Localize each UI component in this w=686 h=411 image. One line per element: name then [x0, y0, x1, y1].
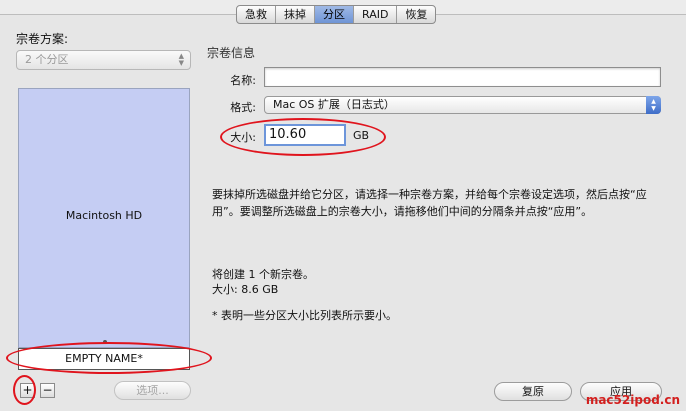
partition-name: Macintosh HD: [65, 208, 143, 222]
remove-partition-button[interactable]: −: [40, 383, 55, 398]
size-unit: GB: [353, 129, 370, 142]
volume-scheme-label: 宗卷方案:: [16, 32, 69, 46]
disk-utility-window: 急救 抹掉 分区 RAID 恢复 宗卷方案: 2 个分区 ▲ ▼ Macintos…: [0, 0, 686, 411]
watermark-text: mac52ipod.cn: [585, 393, 680, 407]
size-note-text: * 表明一些分区大小比列表所示要小。: [212, 309, 397, 322]
info-text-line1: 要抹掉所选磁盘并给它分区，请选择一种宗卷方案，并给每个宗卷设定选项，然后点按“应: [212, 188, 647, 201]
volume-scheme-select[interactable]: 2 个分区 ▲ ▼: [16, 50, 191, 70]
revert-button[interactable]: 复原: [494, 382, 572, 401]
partition-name: EMPTY NAME*: [65, 352, 143, 365]
new-volume-size-text: 大小: 8.6 GB: [212, 283, 279, 296]
tab-restore[interactable]: 恢复: [397, 6, 435, 23]
tab-erase[interactable]: 抹掉: [276, 6, 315, 23]
up-down-arrows-icon: ▲ ▼: [178, 52, 184, 67]
format-value: Mac OS 扩展（日志式）: [273, 98, 395, 111]
format-label: 格式:: [230, 101, 256, 114]
partition-macintosh-hd[interactable]: Macintosh HD: [19, 89, 189, 341]
name-label: 名称:: [230, 74, 256, 87]
options-button[interactable]: 选项...: [114, 381, 191, 400]
tab-partition[interactable]: 分区: [315, 6, 354, 23]
format-popup[interactable]: Mac OS 扩展（日志式） ▲ ▼: [264, 96, 661, 114]
add-partition-button[interactable]: +: [20, 383, 35, 398]
partition-map[interactable]: Macintosh HD: [18, 88, 190, 348]
tab-bar: 急救 抹掉 分区 RAID 恢复: [236, 5, 437, 24]
volume-info-title: 宗卷信息: [207, 46, 256, 60]
info-text-line2: 用”。要调整所选磁盘上的宗卷大小，请拖移他们中间的分隔条并点按“应用”。: [212, 205, 593, 218]
tab-first-aid[interactable]: 急救: [237, 6, 276, 23]
name-field[interactable]: [264, 67, 661, 87]
size-field[interactable]: 10.60: [264, 124, 346, 146]
partition-empty-name[interactable]: EMPTY NAME*: [18, 348, 190, 370]
tab-raid[interactable]: RAID: [354, 6, 398, 23]
size-label: 大小:: [230, 131, 256, 144]
partition-divider-handle[interactable]: [103, 340, 107, 344]
popup-arrows-icon: ▲ ▼: [646, 96, 661, 114]
volume-scheme-value: 2 个分区: [25, 53, 69, 66]
